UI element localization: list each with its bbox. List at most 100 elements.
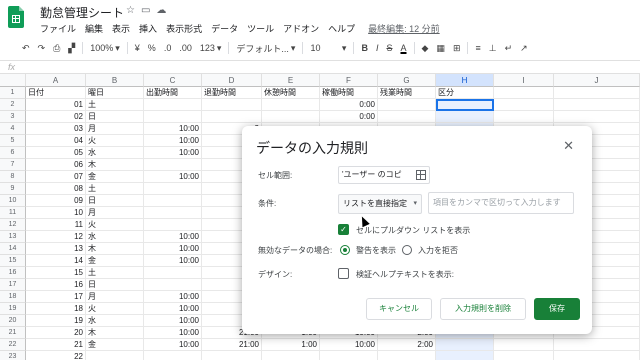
row-header[interactable]: 12 <box>0 219 26 231</box>
table-cell[interactable]: 09 <box>26 195 86 207</box>
row-header[interactable]: 8 <box>0 171 26 183</box>
table-cell[interactable]: 14 <box>26 255 86 267</box>
table-cell[interactable] <box>494 351 554 360</box>
menu-data[interactable]: データ <box>211 22 238 35</box>
sheets-logo-icon[interactable] <box>8 6 24 28</box>
menu-help[interactable]: ヘルプ <box>328 22 355 35</box>
table-cell[interactable] <box>262 351 320 360</box>
table-cell[interactable]: 10:00 <box>144 231 202 243</box>
column-header-c[interactable]: C <box>144 74 202 87</box>
row-header[interactable]: 14 <box>0 243 26 255</box>
column-header-b[interactable]: B <box>86 74 144 87</box>
table-cell[interactable]: 土 <box>86 183 144 195</box>
reject-radio[interactable] <box>402 245 412 255</box>
table-cell[interactable]: 10:00 <box>144 291 202 303</box>
table-cell[interactable]: 21 <box>26 339 86 351</box>
table-cell[interactable] <box>436 339 494 351</box>
header-cell[interactable]: 出勤時間 <box>144 87 202 99</box>
font-size-select[interactable]: 10 ▾ <box>306 40 350 56</box>
table-cell[interactable]: 水 <box>86 315 144 327</box>
decrease-decimal-button[interactable]: .0 <box>160 40 176 56</box>
menu-view[interactable]: 表示 <box>112 22 130 35</box>
text-rotate-icon[interactable]: ↗ <box>516 40 532 56</box>
table-cell[interactable]: 10:00 <box>144 147 202 159</box>
row-header[interactable]: 7 <box>0 159 26 171</box>
row-header[interactable]: 21 <box>0 327 26 339</box>
row-header[interactable]: 5 <box>0 135 26 147</box>
row-header[interactable]: 6 <box>0 147 26 159</box>
currency-button[interactable]: ¥ <box>131 40 144 56</box>
table-cell[interactable]: 日 <box>86 111 144 123</box>
table-cell[interactable] <box>202 351 262 360</box>
table-cell[interactable] <box>86 351 144 360</box>
table-cell[interactable]: 22 <box>26 351 86 360</box>
table-cell[interactable]: 13 <box>26 243 86 255</box>
table-cell[interactable] <box>144 99 202 111</box>
column-header-d[interactable]: D <box>202 74 262 87</box>
table-cell[interactable] <box>144 207 202 219</box>
grid-select-icon[interactable] <box>416 170 426 180</box>
menu-edit[interactable]: 編集 <box>85 22 103 35</box>
table-cell[interactable] <box>320 351 378 360</box>
table-cell[interactable] <box>202 99 262 111</box>
table-cell[interactable]: 火 <box>86 135 144 147</box>
table-cell[interactable]: 2:00 <box>378 339 436 351</box>
table-cell[interactable] <box>436 111 494 123</box>
table-cell[interactable]: 水 <box>86 231 144 243</box>
cloud-icon[interactable]: ☁ <box>156 5 166 16</box>
table-cell[interactable]: 0:00 <box>320 111 378 123</box>
italic-button[interactable]: I <box>372 40 383 56</box>
table-cell[interactable]: 木 <box>86 327 144 339</box>
redo-icon[interactable]: ↷ <box>34 40 50 56</box>
undo-icon[interactable]: ↶ <box>18 40 34 56</box>
table-cell[interactable]: 10:00 <box>144 315 202 327</box>
table-cell[interactable] <box>378 99 436 111</box>
header-cell[interactable]: 曜日 <box>86 87 144 99</box>
table-cell[interactable]: 19 <box>26 315 86 327</box>
row-header[interactable]: 1 <box>0 87 26 99</box>
table-cell[interactable]: 01 <box>26 99 86 111</box>
table-cell[interactable]: 02 <box>26 111 86 123</box>
table-cell[interactable]: 04 <box>26 135 86 147</box>
table-cell[interactable]: 17 <box>26 291 86 303</box>
table-cell[interactable]: 07 <box>26 171 86 183</box>
table-cell[interactable]: 11 <box>26 219 86 231</box>
column-header-j[interactable]: J <box>554 74 640 87</box>
table-cell[interactable] <box>144 195 202 207</box>
table-cell[interactable] <box>262 99 320 111</box>
row-header[interactable]: 15 <box>0 255 26 267</box>
font-select[interactable]: デフォルト... ▾ <box>232 40 299 56</box>
table-cell[interactable]: 1:00 <box>262 339 320 351</box>
cancel-button[interactable]: キャンセル <box>366 298 432 320</box>
menu-format[interactable]: 表示形式 <box>166 22 202 35</box>
table-cell[interactable]: 木 <box>86 159 144 171</box>
number-format-select[interactable]: 123 ▾ <box>196 40 226 56</box>
star-icon[interactable]: ☆ <box>126 5 135 16</box>
table-cell[interactable]: 10:00 <box>144 135 202 147</box>
table-cell[interactable]: 月 <box>86 207 144 219</box>
vertical-align-icon[interactable]: ⊥ <box>485 40 501 56</box>
column-header-a[interactable]: A <box>26 74 86 87</box>
header-cell[interactable]: 退勤時間 <box>202 87 262 99</box>
header-cell[interactable]: 休憩時間 <box>262 87 320 99</box>
header-cell[interactable]: 稼働時間 <box>320 87 378 99</box>
column-header-e[interactable]: E <box>262 74 320 87</box>
table-cell[interactable]: 金 <box>86 171 144 183</box>
table-cell[interactable]: 木 <box>86 243 144 255</box>
header-cell[interactable] <box>494 87 554 99</box>
menu-tools[interactable]: ツール <box>247 22 274 35</box>
warn-radio[interactable] <box>340 245 350 255</box>
header-cell[interactable]: 残業時間 <box>378 87 436 99</box>
select-all-corner[interactable] <box>0 74 26 87</box>
table-cell[interactable]: 土 <box>86 99 144 111</box>
table-cell[interactable]: 05 <box>26 147 86 159</box>
menu-insert[interactable]: 挿入 <box>139 22 157 35</box>
table-cell[interactable]: 10:00 <box>144 243 202 255</box>
horizontal-align-icon[interactable]: ≡ <box>471 40 484 56</box>
table-cell[interactable]: 水 <box>86 147 144 159</box>
table-cell[interactable]: 10:00 <box>144 255 202 267</box>
formula-bar[interactable]: fx <box>0 60 640 74</box>
menu-addons[interactable]: アドオン <box>283 22 319 35</box>
list-items-input[interactable]: 項目をカンマで区切って入力します <box>428 192 574 214</box>
paint-format-icon[interactable]: ▞ <box>64 40 79 56</box>
